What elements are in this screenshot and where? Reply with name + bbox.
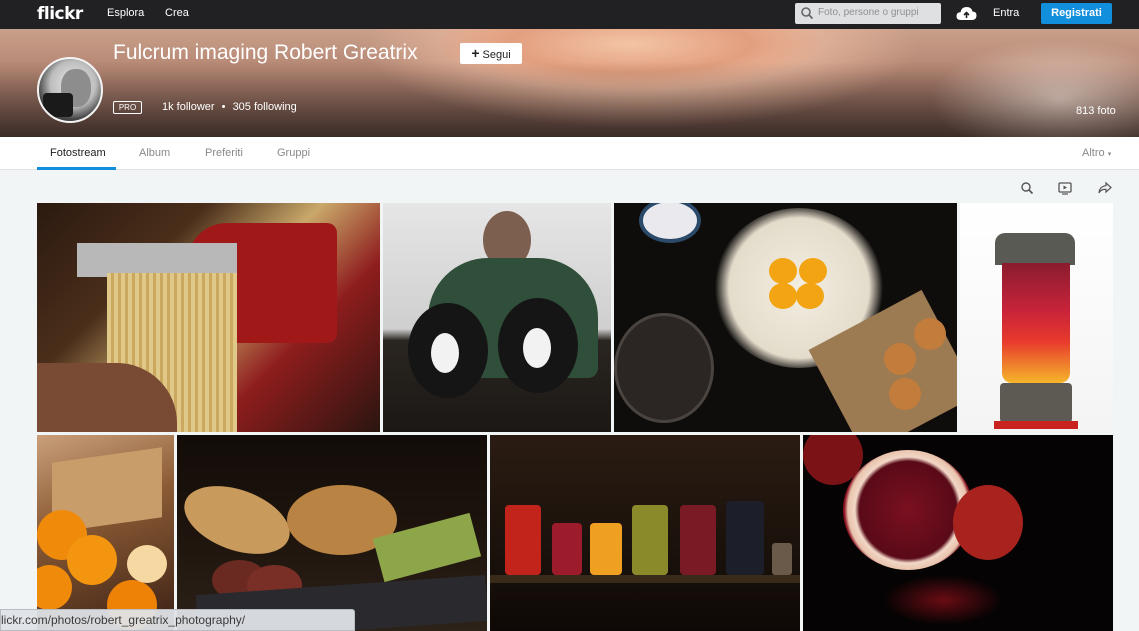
photo-detail bbox=[799, 258, 827, 284]
search-input[interactable]: Foto, persone o gruppi bbox=[795, 3, 941, 24]
tab-album[interactable]: Album bbox=[139, 147, 170, 159]
photo-detail bbox=[632, 505, 668, 575]
photo-detail bbox=[37, 565, 72, 610]
preserve-jars-photo[interactable] bbox=[490, 435, 800, 631]
search-placeholder: Foto, persone o gruppi bbox=[818, 7, 919, 18]
search-icon bbox=[801, 7, 814, 20]
signup-button[interactable]: Registrati bbox=[1041, 3, 1112, 24]
avatar[interactable] bbox=[37, 57, 103, 123]
man-with-dogs-photo[interactable] bbox=[383, 203, 611, 432]
photo-detail bbox=[590, 523, 622, 575]
photo-detail bbox=[614, 313, 714, 423]
photo-detail bbox=[552, 523, 582, 575]
oranges-photo[interactable] bbox=[37, 435, 174, 631]
photo-detail bbox=[994, 421, 1078, 429]
photo-detail bbox=[1002, 263, 1070, 383]
photo-detail bbox=[772, 543, 792, 575]
pasta-maker-photo[interactable] bbox=[37, 203, 380, 432]
slideshow-icon[interactable] bbox=[1058, 181, 1072, 195]
photo-detail bbox=[523, 328, 551, 368]
avatar-camera bbox=[43, 93, 73, 117]
flickr-logo[interactable]: flickr bbox=[37, 4, 83, 24]
photo-detail bbox=[490, 575, 800, 583]
photo-detail bbox=[883, 575, 1003, 625]
top-navigation: flickr Esplora Crea Foto, persone o grup… bbox=[0, 0, 1139, 29]
browser-status-url: lickr.com/photos/robert_greatrix_photogr… bbox=[0, 609, 355, 631]
profile-name: Fulcrum imaging Robert Greatrix bbox=[113, 41, 418, 64]
more-menu[interactable]: Altro ▾ bbox=[1082, 147, 1111, 159]
photo-detail bbox=[67, 535, 117, 585]
eggs-and-flour-photo[interactable] bbox=[614, 203, 957, 432]
photo-detail bbox=[726, 501, 764, 575]
blender-fruit-photo[interactable] bbox=[960, 203, 1113, 432]
plus-icon: + bbox=[471, 45, 480, 61]
photo-detail bbox=[889, 378, 921, 410]
photo-detail bbox=[914, 318, 946, 350]
photo-detail bbox=[796, 283, 824, 309]
active-tab-indicator bbox=[37, 167, 116, 170]
photo-detail bbox=[77, 243, 237, 277]
pomegranate-photo[interactable] bbox=[803, 435, 1113, 631]
stats-separator: • bbox=[221, 101, 226, 113]
photo-detail bbox=[639, 203, 701, 243]
follow-label: Segui bbox=[482, 49, 511, 61]
share-icon[interactable] bbox=[1098, 181, 1112, 195]
photo-count: 813 foto bbox=[1076, 105, 1116, 117]
tab-gruppi[interactable]: Gruppi bbox=[277, 147, 310, 159]
profile-stats: 1k follower • 305 following bbox=[162, 101, 297, 113]
tab-preferiti[interactable]: Preferiti bbox=[205, 147, 243, 159]
pro-badge: PRO bbox=[113, 101, 142, 114]
photo-detail bbox=[843, 450, 973, 570]
profile-tabs: Fotostream Album Preferiti Gruppi Altro … bbox=[0, 137, 1139, 170]
tab-fotostream[interactable]: Fotostream bbox=[50, 147, 106, 159]
photo-detail bbox=[177, 472, 299, 568]
caret-down-icon: ▾ bbox=[1107, 151, 1112, 158]
photo-detail bbox=[505, 505, 541, 575]
photo-detail bbox=[431, 333, 459, 373]
photo-detail bbox=[680, 505, 716, 575]
following-count[interactable]: 305 following bbox=[233, 101, 297, 113]
photo-detail bbox=[769, 283, 797, 309]
photo-detail bbox=[953, 485, 1023, 560]
bread-and-salami-photo[interactable] bbox=[177, 435, 487, 631]
photo-detail bbox=[1000, 383, 1072, 423]
search-icon[interactable] bbox=[1020, 181, 1034, 195]
login-link[interactable]: Entra bbox=[993, 7, 1019, 19]
followers-count[interactable]: 1k follower bbox=[162, 101, 215, 113]
create-link[interactable]: Crea bbox=[165, 7, 189, 19]
follow-button[interactable]: + Segui bbox=[460, 43, 522, 64]
more-label: Altro bbox=[1082, 147, 1105, 159]
photo-detail bbox=[884, 343, 916, 375]
explore-link[interactable]: Esplora bbox=[107, 7, 144, 19]
photo-detail bbox=[995, 233, 1075, 265]
upload-icon[interactable] bbox=[956, 6, 977, 22]
photo-detail bbox=[127, 545, 167, 583]
photo-detail bbox=[769, 258, 797, 284]
